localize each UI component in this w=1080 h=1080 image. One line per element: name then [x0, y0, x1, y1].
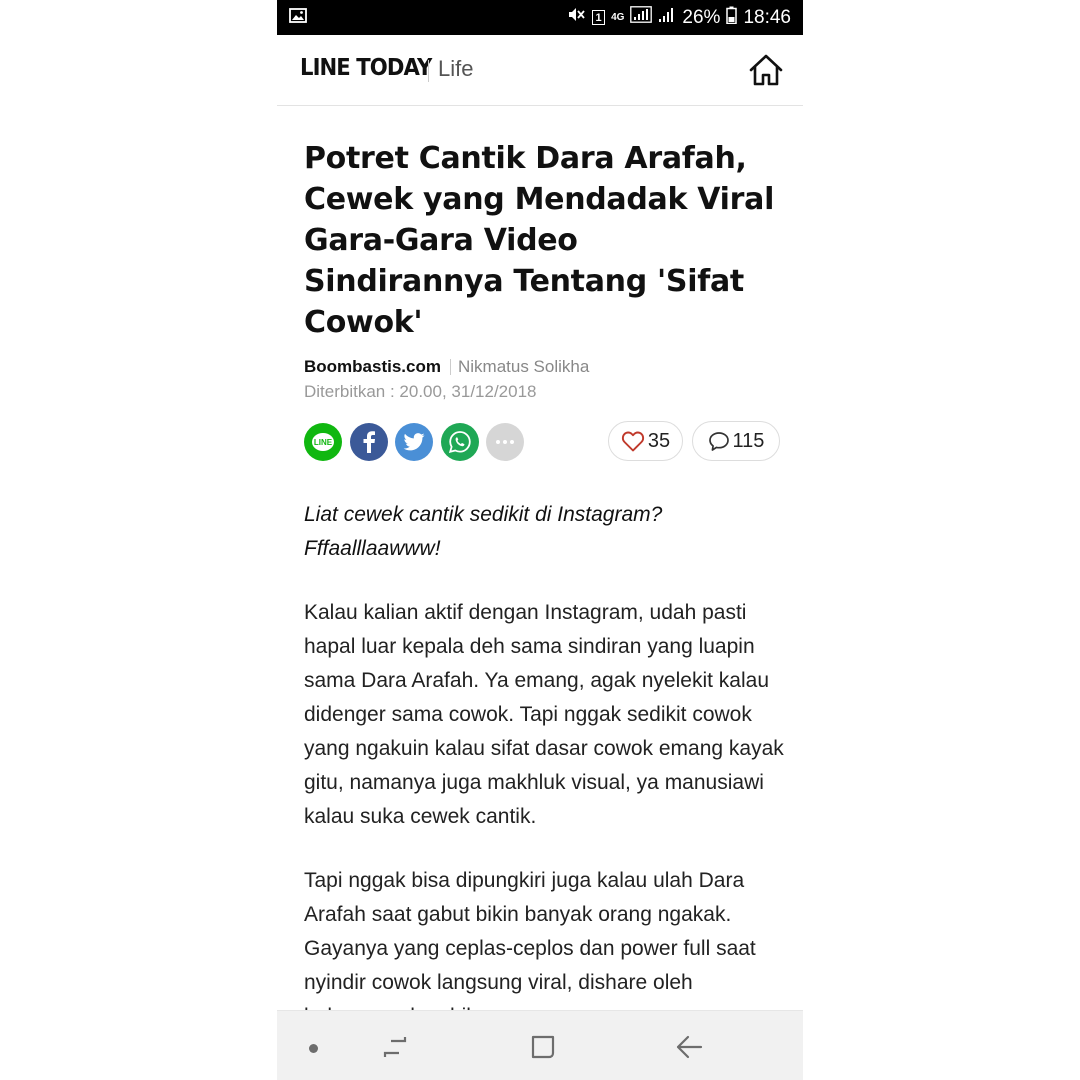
publish-date: Diterbitkan : 20.00, 31/12/2018	[304, 382, 537, 401]
share-more-button[interactable]	[486, 423, 524, 461]
back-icon	[676, 1035, 703, 1059]
article-paragraph: Tapi nggak bisa dipungkiri juga kalau ul…	[304, 869, 756, 1028]
home-button[interactable]	[748, 53, 784, 87]
mute-icon	[567, 6, 586, 29]
comment-icon	[708, 431, 729, 451]
gallery-notification-icon	[289, 7, 307, 29]
recent-apps-icon	[383, 1037, 407, 1057]
heart-icon	[621, 431, 644, 451]
share-facebook-button[interactable]	[350, 423, 388, 461]
status-bar: 1 4G 26% 18:46	[277, 0, 803, 35]
share-twitter-button[interactable]	[395, 423, 433, 461]
facebook-icon	[363, 431, 375, 453]
battery-percent: 26%	[682, 6, 721, 28]
like-button[interactable]: 35	[608, 421, 683, 461]
share-row: LINE 35 115	[304, 421, 784, 463]
share-whatsapp-button[interactable]	[441, 423, 479, 461]
header-divider	[428, 60, 429, 82]
source-link[interactable]: Boombastis.com	[304, 357, 441, 377]
article: Potret Cantik Dara Arafah, Cewek yang Me…	[304, 105, 784, 1034]
brand-logo[interactable]: LINE TODAY	[300, 55, 432, 81]
share-line-button[interactable]: LINE	[304, 423, 342, 461]
like-count: 35	[647, 429, 671, 452]
whatsapp-icon	[448, 431, 471, 454]
phone-screen: 1 4G 26% 18:46 LINE TODAY Life Potret Ca…	[277, 0, 803, 1080]
recent-apps-button[interactable]	[381, 1034, 409, 1065]
article-byline: Boombastis.com Nikmatus Solikha	[304, 354, 784, 380]
comment-count: 115	[732, 429, 765, 452]
app-header: LINE TODAY Life	[277, 35, 803, 106]
nav-dot-indicator[interactable]	[309, 1044, 318, 1053]
back-button[interactable]	[675, 1034, 703, 1065]
sim-icon: 1	[592, 10, 606, 25]
signal-icon	[630, 6, 653, 29]
twitter-icon	[403, 433, 425, 451]
signal-2-icon	[658, 7, 676, 29]
article-lead: Liat cewek cantik sedikit di Instagram? …	[304, 503, 663, 560]
more-icon	[496, 440, 514, 444]
author-name: Nikmatus Solikha	[457, 357, 590, 376]
navigation-bar	[277, 1010, 803, 1080]
clock: 18:46	[743, 6, 791, 28]
byline-divider	[449, 359, 451, 375]
network-type-label: 4G	[611, 11, 625, 23]
line-icon: LINE	[312, 433, 334, 451]
home-icon	[749, 54, 783, 86]
battery-icon	[726, 6, 738, 30]
section-label[interactable]: Life	[438, 56, 473, 82]
article-title: Potret Cantik Dara Arafah, Cewek yang Me…	[304, 141, 775, 340]
home-nav-button[interactable]	[529, 1033, 557, 1066]
article-paragraph: Kalau kalian aktif dengan Instagram, uda…	[304, 601, 784, 828]
home-button-icon	[531, 1035, 555, 1059]
comment-button[interactable]: 115	[692, 421, 780, 461]
